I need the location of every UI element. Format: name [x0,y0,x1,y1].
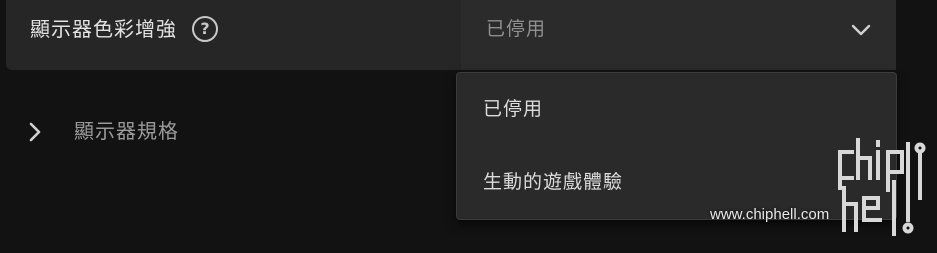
color-enhancement-row: 顯示器色彩增強 ? 已停用 [6,0,896,70]
dropdown-option-vivid-gaming[interactable]: 生動的遊戲體驗 [457,155,896,211]
dropdown-option-disabled[interactable]: 已停用 [457,82,896,138]
chevron-down-icon[interactable] [849,18,873,42]
help-icon[interactable]: ? [192,16,218,42]
chevron-right-icon[interactable] [26,121,44,143]
color-enhancement-select[interactable]: 已停用 [461,0,896,70]
dropdown-option-label: 生動的遊戲體驗 [483,171,624,193]
monitor-specs-expander[interactable]: 顯示器規格 [22,112,442,152]
dropdown-option-label: 已停用 [483,98,544,120]
settings-panel: 顯示器色彩增強 ? 已停用 顯示器規格 已停用 生動的遊戲體驗 www.chip… [0,0,937,253]
color-enhancement-dropdown: 已停用 生動的遊戲體驗 [456,72,897,220]
chiphell-logo-icon [838,138,926,236]
select-current-value: 已停用 [486,18,547,40]
monitor-specs-label: 顯示器規格 [74,119,179,143]
watermark-url: www.chiphell.com [710,206,830,223]
color-enhancement-label: 顯示器色彩增強 [30,17,177,41]
